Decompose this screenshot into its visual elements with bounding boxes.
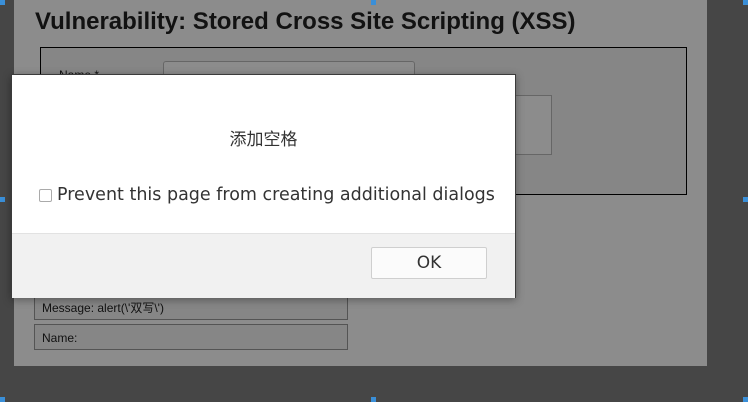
alert-dialog: 添加空格 Prevent this page from creating add… (11, 74, 516, 298)
ok-button[interactable]: OK (371, 247, 487, 279)
dialog-message: 添加空格 (229, 130, 298, 150)
selection-handle[interactable] (0, 397, 5, 402)
selection-handle[interactable] (371, 397, 376, 402)
selection-handle[interactable] (0, 197, 5, 202)
selection-handle[interactable] (743, 0, 748, 5)
selection-handle[interactable] (743, 197, 748, 202)
selection-handle[interactable] (0, 0, 5, 5)
dialog-footer: OK (12, 233, 515, 298)
prevent-dialogs-label[interactable]: Prevent this page from creating addition… (57, 185, 495, 205)
selection-handle[interactable] (371, 0, 376, 5)
prevent-dialogs-row[interactable]: Prevent this page from creating addition… (39, 185, 495, 205)
selection-handle[interactable] (743, 397, 748, 402)
prevent-dialogs-checkbox[interactable] (39, 188, 52, 202)
